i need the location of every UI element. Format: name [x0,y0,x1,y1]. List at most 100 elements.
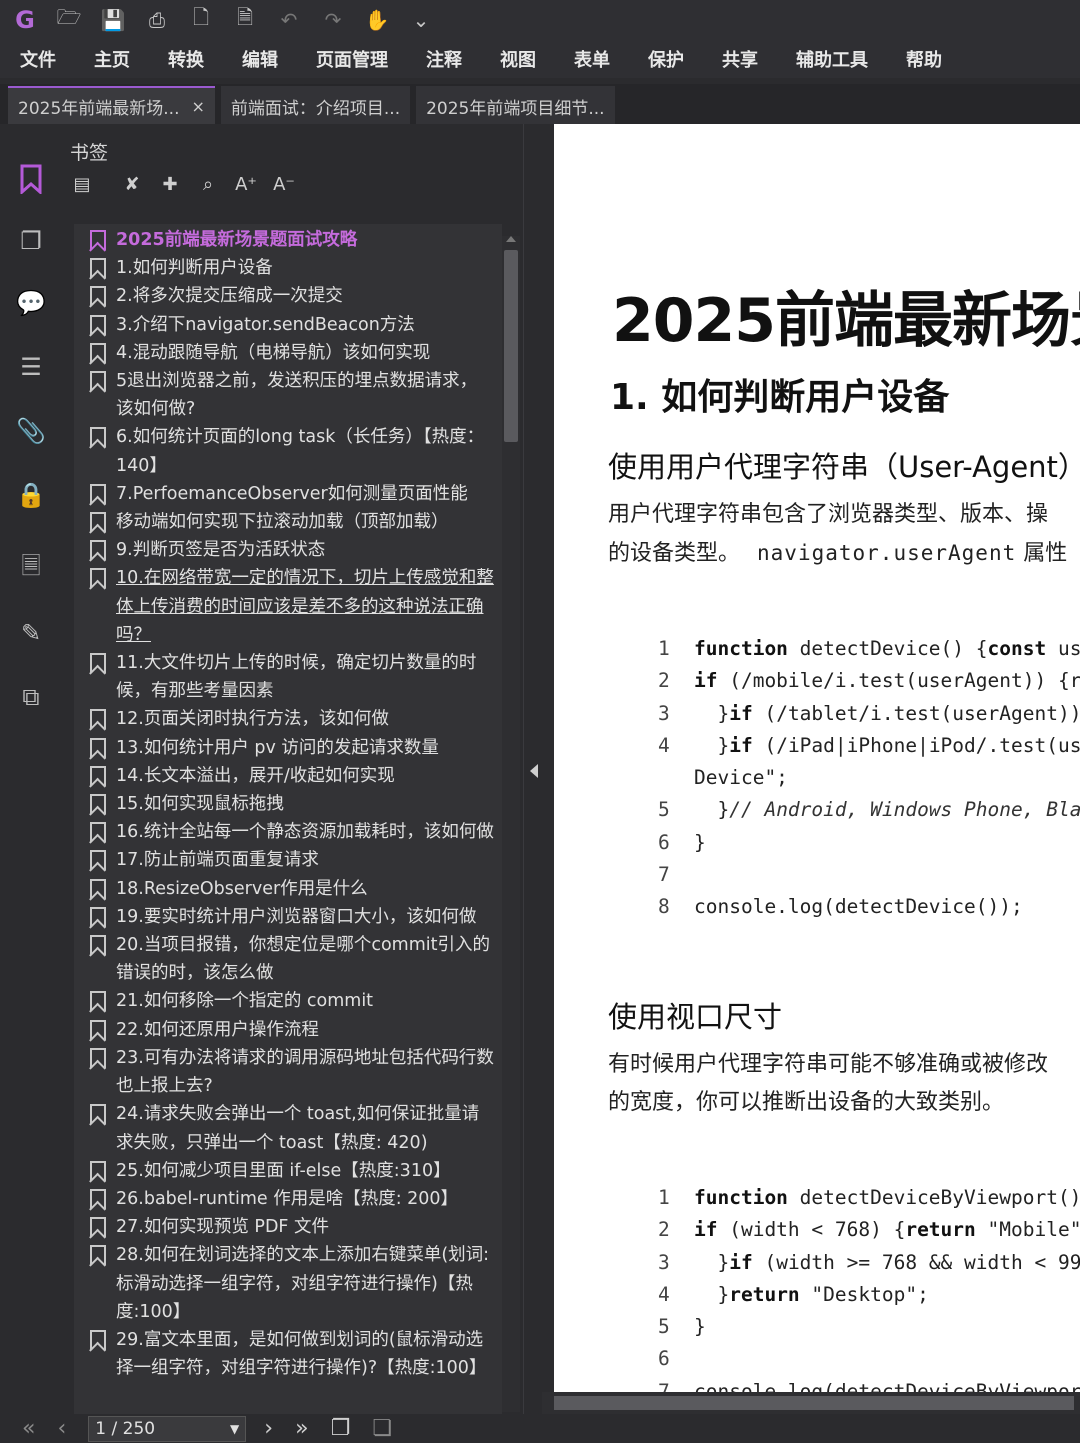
compare-icon[interactable]: ⧉ [14,680,48,714]
bookmark-item[interactable]: 移动端如何实现下拉滚动加载（顶部加载） [74,508,502,536]
bookmark-item[interactable]: 26.babel-runtime 作用是啥【热度: 200】 [74,1185,502,1213]
increase-font-icon[interactable]: A⁺ [234,172,258,196]
close-icon[interactable]: × [191,97,204,116]
prev-page-icon[interactable]: ‹ [57,1416,66,1441]
bookmark-flag-icon [90,991,106,1012]
bookmark-icon[interactable] [14,162,48,196]
security-lock-icon[interactable]: 🔒 [14,478,48,512]
page-number-field[interactable]: 1 / 250 ▼ [88,1415,247,1442]
code-text: } [694,1315,706,1339]
bookmark-scrollbar[interactable] [502,236,520,1412]
bookmark-item[interactable]: 23.可有办法将请求的调用源码地址包括代码行数也上报上去? [74,1044,502,1100]
next-page-icon[interactable]: › [264,1416,273,1441]
bookmark-item[interactable]: 5退出浏览器之前，发送积压的埋点数据请求，该如何做? [74,367,502,423]
bookmark-item[interactable]: 12.页面关闭时执行方法，该如何做 [74,705,502,733]
bookmark-item[interactable]: 22.如何还原用户操作流程 [74,1016,502,1044]
decrease-font-icon[interactable]: A⁻ [272,172,296,196]
bookmark-item[interactable]: 27.如何实现预览 PDF 文件 [74,1213,502,1241]
bookmark-item[interactable]: 19.要实时统计用户浏览器窗口大小，该如何做 [74,903,502,931]
bookmark-item[interactable]: 4.混动跟随导航（电梯导航）该如何实现 [74,339,502,367]
pages-thumbnail-icon[interactable]: ❐ [14,224,48,258]
bookmark-item[interactable]: 1.如何判断用户设备 [74,254,502,282]
find-bookmark-icon[interactable]: ⌕ [196,172,220,196]
comments-icon[interactable]: 💬 [14,286,48,320]
bookmark-item[interactable]: 9.判断页签是否为活跃状态 [74,536,502,564]
horizontal-scrollbar[interactable] [542,1392,1080,1414]
redo-icon[interactable]: ↷ [320,7,346,33]
menu-help[interactable]: 帮助 [906,46,942,72]
menu-home[interactable]: 主页 [94,46,130,72]
menu-convert[interactable]: 转换 [168,46,204,72]
undo-icon[interactable]: ↶ [276,7,302,33]
hand-tool-icon[interactable]: ✋ [364,7,390,33]
bookmark-item[interactable]: 14.长文本溢出，展开/收起如何实现 [74,762,502,790]
hscroll-thumb[interactable] [554,1396,1074,1410]
bookmark-item[interactable]: 20.当项目报错，你想定位是哪个commit引入的错误的时，该怎么做 [74,931,502,987]
bookmark-item[interactable]: 24.请求失败会弹出一个 toast,如何保证批量请求失败，只弹出一个 toas… [74,1100,502,1156]
bookmark-flag-icon [90,1104,106,1125]
document-properties-icon[interactable]: 🗏 [14,552,48,586]
collapse-panel-icon[interactable] [530,764,538,778]
bookmark-item[interactable]: 17.防止前端页面重复请求 [74,846,502,874]
dropdown-icon[interactable]: ⌄ [408,7,434,33]
scroll-up-icon[interactable] [506,236,516,242]
quick-toolbar: G 🗁 💾 ⎙ 🗋 🗎 ↶ ↷ ✋ ⌄ [0,0,1080,40]
add-bookmark-icon[interactable]: ✚ [158,172,182,196]
page-paste-icon[interactable]: ❏ [372,1416,392,1441]
bookmark-item[interactable]: 3.介绍下navigator.sendBeacon方法 [74,311,502,339]
menu-view[interactable]: 视图 [500,46,536,72]
bookmark-label: 移动端如何实现下拉滚动加载（顶部加载） [116,512,449,533]
tab-doc-2[interactable]: 前端面试：介绍项目... [220,86,411,124]
bookmark-item[interactable]: 16.统计全站每一个静态资源加载耗时，该如何做 [74,818,502,846]
first-page-icon[interactable]: « [22,1416,35,1441]
bookmark-item[interactable]: 25.如何减少项目里面 if-else【热度:310】 [74,1157,502,1185]
save-icon[interactable]: 💾 [100,7,126,33]
bookmark-label: 23.可有办法将请求的调用源码地址包括代码行数也上报上去? [116,1047,494,1097]
paragraph-text: 属性 [1016,541,1068,566]
line-number: 8 [658,895,670,919]
menu-protect[interactable]: 保护 [648,46,684,72]
bookmark-item[interactable]: 11.大文件切片上传的时候，确定切片数量的时候，有那些考量因素 [74,649,502,705]
bookmark-item[interactable]: 18.ResizeObserver作用是什么 [74,875,502,903]
bookmark-item[interactable]: 21.如何移除一个指定的 commit [74,987,502,1015]
bookmark-item[interactable]: 29.富文本里面，是如何做到划词的(鼠标滑动选择一组字符，对组字符进行操作)?【… [74,1326,502,1382]
left-rail: ❐ 💬 ☰ 📎 🔒 🗏 ✎ ⧉ [0,124,62,1414]
code-line: 3 }if (/tablet/i.test(userAgent)) [658,698,1080,730]
menu-share[interactable]: 共享 [722,46,758,72]
menu-edit[interactable]: 编辑 [242,46,278,72]
page-copy-icon[interactable]: ❐ [331,1416,351,1441]
bookmark-item[interactable]: 6.如何统计页面的long task（长任务）【热度：140】 [74,423,502,479]
tab-doc-3[interactable]: 2025年前端项目细节... [416,86,615,124]
app-logo-icon: G [15,6,35,34]
scroll-thumb[interactable] [504,250,518,442]
new-doc-icon[interactable]: 🗎 [232,5,258,33]
open-folder-icon[interactable]: 🗁 [56,5,82,33]
menu-accessibility[interactable]: 辅助工具 [796,46,868,72]
bookmark-item[interactable]: 28.如何在划词选择的文本上添加右键菜单(划词:标滑动选择一组字符，对组字符进行… [74,1241,502,1326]
menu-form[interactable]: 表单 [574,46,610,72]
bookmark-item[interactable]: 2.将多次提交压缩成一次提交 [74,282,502,310]
print-icon[interactable]: ⎙ [144,7,170,33]
chevron-down-icon[interactable]: ▼ [230,1422,239,1436]
delete-bookmark-icon[interactable]: ✘ [120,172,144,196]
menu-page-manage[interactable]: 页面管理 [316,46,388,72]
layers-icon[interactable]: ☰ [14,350,48,384]
menu-annotate[interactable]: 注释 [426,46,462,72]
attachment-icon[interactable]: 📎 [14,414,48,448]
bookmark-item[interactable]: 10.在网络带宽一定的情况下，切片上传感觉和整体上传消费的时间应该是差不多的这种… [74,564,502,649]
last-page-icon[interactable]: » [295,1416,308,1441]
line-number: 1 [658,637,670,660]
panel-splitter[interactable] [524,124,554,1414]
line-number: 5 [658,1315,670,1339]
bookmark-item[interactable]: 15.如何实现鼠标拖拽 [74,790,502,818]
bookmark-item[interactable]: 7.PerfoemanceObserver如何测量页面性能 [74,480,502,508]
bookmark-item[interactable]: 13.如何统计用户 pv 访问的发起请求数量 [74,734,502,762]
expand-all-icon[interactable]: ▤ [70,172,94,196]
signature-icon[interactable]: ✎ [14,616,48,650]
menu-file[interactable]: 文件 [20,46,56,72]
bookmark-item[interactable]: 2025前端最新场景题面试攻略 [74,226,502,254]
code-line: 1 function detectDeviceByViewport() [658,1182,1080,1214]
copy-doc-icon[interactable]: 🗋 [188,5,214,33]
line-number: 1 [658,1186,670,1209]
tab-doc-1[interactable]: 2025年前端最新场... × [8,86,215,124]
